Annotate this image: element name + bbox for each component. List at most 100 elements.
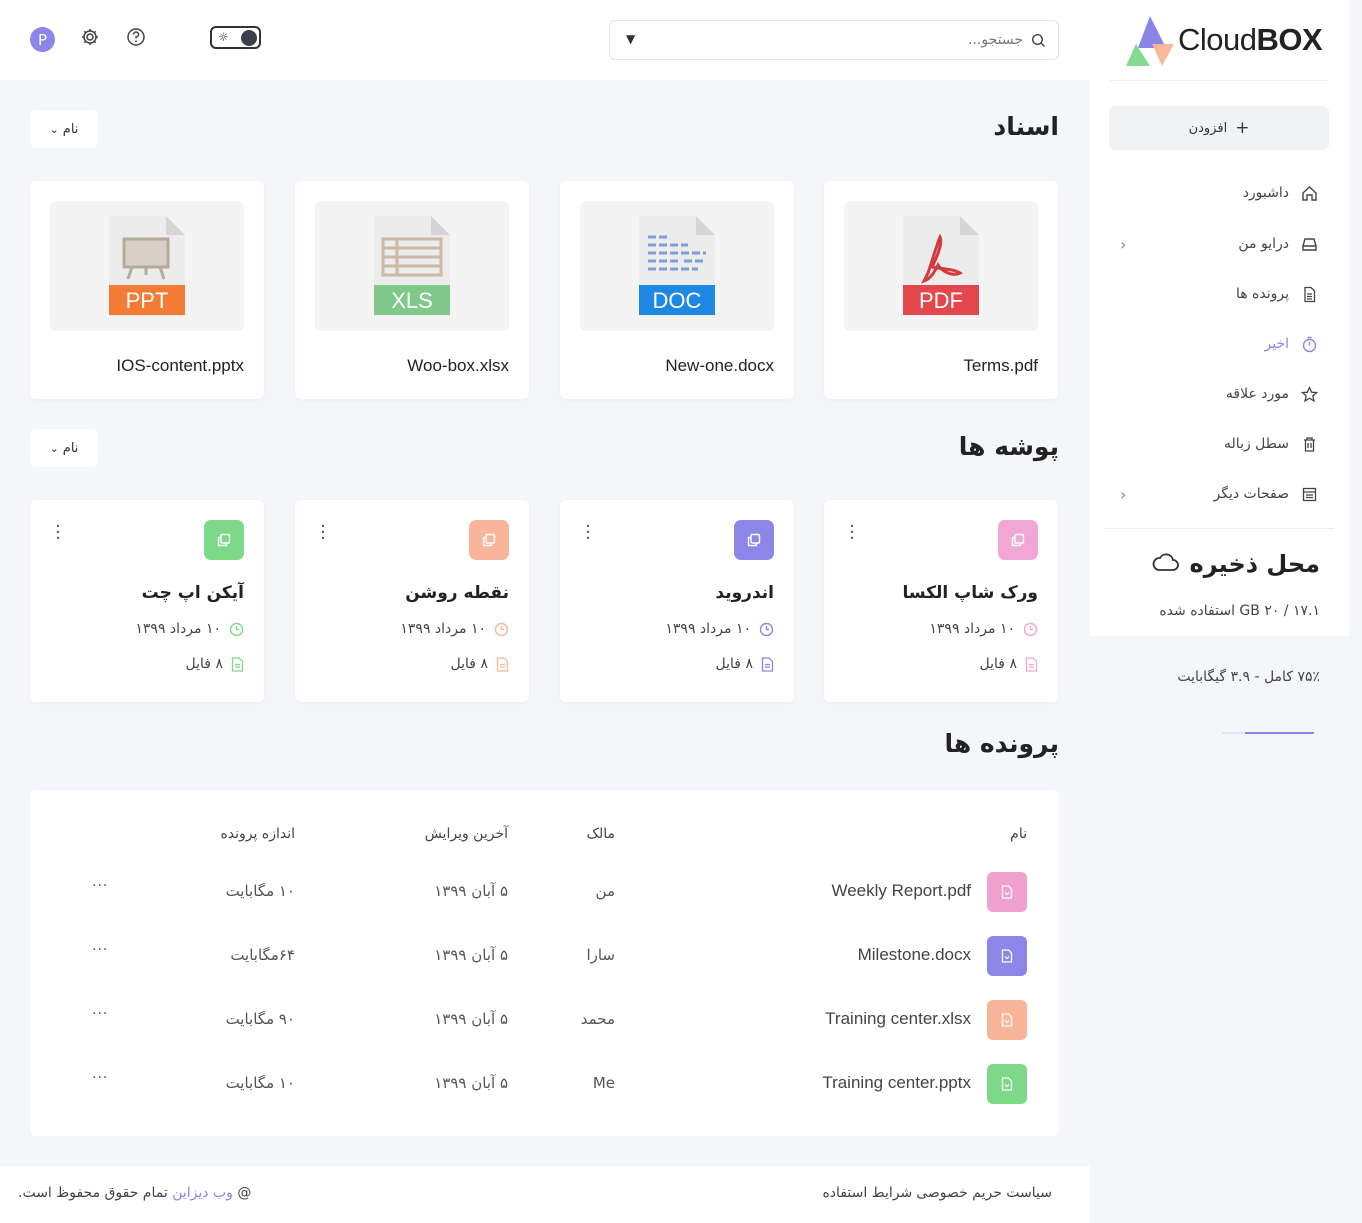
storage-title-text: محل ذخیره — [1189, 550, 1320, 578]
divider — [1104, 528, 1334, 529]
file-name[interactable]: Training center.xlsx — [825, 1009, 971, 1029]
privacy-policy-link[interactable]: سیاست حریم خصوصی — [916, 1185, 1052, 1201]
folder-name: اندروید — [715, 583, 774, 603]
chevron-down-icon: ⌄ — [49, 441, 59, 455]
file-icon — [1299, 284, 1319, 304]
copyright-brand-link[interactable]: وب دیزاین — [172, 1185, 233, 1201]
avatar[interactable]: P — [30, 27, 55, 52]
document-thumbnail: PDF — [844, 201, 1038, 331]
file-icon — [1001, 949, 1013, 963]
sidebar-item-label: مورد علاقه — [1225, 386, 1289, 402]
folder-date-text: ۱۰ مرداد ۱۳۹۹ — [929, 621, 1015, 637]
folder-card[interactable]: · · · ورک شاپ الکسا ۱۰ مرداد ۱۳۹۹ ۸ فایل — [824, 500, 1058, 702]
cloud-icon — [1152, 550, 1180, 578]
folder-date: ۱۰ مرداد ۱۳۹۹ — [135, 621, 244, 637]
folder-date: ۱۰ مرداد ۱۳۹۹ — [929, 621, 1038, 637]
pages-icon — [1299, 484, 1319, 504]
file-name[interactable]: Weekly Report.pdf — [831, 881, 971, 901]
theme-toggle[interactable]: ☼ — [210, 26, 261, 49]
home-icon — [1299, 183, 1319, 203]
document-card[interactable]: PDF Terms.pdf — [824, 181, 1058, 399]
documents-sort-dropdown[interactable]: نام ⌄ — [30, 110, 98, 148]
file-size: ۹۰ مگابایت — [225, 1010, 295, 1028]
folder-badge — [469, 520, 509, 560]
table-row[interactable]: Training center.pptx Me ۵ آبان ۱۳۹۹ ۱۰ مگاب… — [30, 1064, 1059, 1104]
copyright-prefix: @ — [237, 1185, 252, 1201]
ppt-file-icon: PPT — [109, 216, 185, 316]
document-card[interactable]: PPT IOS-content.pptx — [30, 181, 264, 399]
sidebar-item-label: صفحات دیگر — [1213, 486, 1290, 502]
logo-icon — [1126, 16, 1174, 66]
search-input[interactable]: جستجو... — [968, 32, 1023, 48]
sidebar-item-other-pages[interactable]: صفحات دیگر ‹ — [1090, 479, 1349, 509]
drive-icon — [1299, 234, 1319, 254]
document-card[interactable]: DOC New-one.docx — [560, 181, 794, 399]
help-icon[interactable] — [125, 26, 147, 48]
document-name: New-one.docx — [665, 356, 774, 375]
column-header-size[interactable]: اندازه پرونده — [220, 826, 295, 842]
file-modified: ۵ آبان ۱۳۹۹ — [434, 946, 508, 964]
sidebar-item-favorites[interactable]: مورد علاقه — [1090, 379, 1349, 409]
sidebar-item-files[interactable]: پرونده ها — [1090, 279, 1349, 309]
more-vertical-icon[interactable]: · · · — [848, 518, 856, 548]
sidebar-item-trash[interactable]: سطل زباله — [1090, 429, 1349, 459]
folder-file-count-text: ۸ فایل — [715, 656, 753, 672]
folder-card[interactable]: · · · آیکن اپ چت ۱۰ مرداد ۱۳۹۹ ۸ فایل — [30, 500, 264, 702]
more-horizontal-icon[interactable]: ... — [92, 1002, 108, 1018]
table-row[interactable]: Milestone.docx سارا ۵ آبان ۱۳۹۹ ۶۴مگابایت..… — [30, 936, 1059, 976]
file-modified: ۵ آبان ۱۳۹۹ — [434, 1074, 508, 1092]
sidebar-item-recent[interactable]: اخیر — [1090, 329, 1349, 359]
column-header-owner[interactable]: مالک — [586, 826, 615, 842]
more-vertical-icon[interactable]: · · · — [54, 518, 62, 548]
search-bar[interactable]: جستجو... ▼ — [609, 20, 1059, 60]
storage-title: محل ذخیره — [1110, 550, 1320, 578]
document-thumbnail: DOC — [580, 201, 774, 331]
more-horizontal-icon[interactable]: ... — [92, 874, 108, 890]
pdf-file-icon: PDF — [903, 216, 979, 316]
chevron-left-icon[interactable]: ‹ — [1120, 485, 1126, 504]
top-header: جستجو... ▼ P ☼ — [0, 0, 1090, 80]
file-name[interactable]: Training center.pptx — [822, 1073, 971, 1093]
cloudbox-logo[interactable]: CloudBOX — [1126, 14, 1336, 66]
sidebar-item-my-drive[interactable]: درایو من ‹ — [1090, 229, 1349, 259]
files-table: نام مالک آخرین ویرایش اندازه پرونده Week… — [30, 790, 1059, 1136]
folder-file-count: ۸ فایل — [186, 656, 244, 672]
more-horizontal-icon[interactable]: ... — [92, 1066, 108, 1082]
folder-card[interactable]: · · · نقطه روشن ۱۰ مرداد ۱۳۹۹ ۸ فایل — [295, 500, 529, 702]
gear-icon[interactable] — [79, 26, 101, 48]
copyright-suffix: تمام حقوق محفوظ است. — [18, 1185, 168, 1201]
sidebar-item-label: داشبورد — [1242, 185, 1289, 201]
folders-sort-dropdown[interactable]: نام ⌄ — [30, 429, 98, 467]
file-owner: سارا — [586, 946, 615, 964]
clock-icon — [494, 622, 509, 636]
folder-date-text: ۱۰ مرداد ۱۳۹۹ — [400, 621, 486, 637]
table-row[interactable]: Weekly Report.pdf من ۵ آبان ۱۳۹۹ ۱۰ مگابایت… — [30, 872, 1059, 912]
terms-of-use-link[interactable]: شرایط استفاده — [822, 1185, 912, 1201]
column-header-name[interactable]: نام — [1010, 826, 1027, 842]
sort-label: نام — [62, 121, 79, 137]
file-name[interactable]: Milestone.docx — [858, 945, 971, 965]
folder-file-count-text: ۸ فایل — [979, 656, 1017, 672]
plus-icon: + — [1235, 118, 1250, 138]
timer-icon — [1299, 334, 1319, 354]
folder-name: نقطه روشن — [405, 583, 509, 603]
more-vertical-icon[interactable]: · · · — [319, 518, 327, 548]
caret-down-icon[interactable]: ▼ — [626, 32, 635, 46]
table-row[interactable]: Training center.xlsx محمد ۵ آبان ۱۳۹۹ ۹۰ مگ… — [30, 1000, 1059, 1040]
more-horizontal-icon[interactable]: ... — [92, 938, 108, 954]
doc-file-icon: DOC — [639, 216, 715, 316]
chevron-down-icon: ⌄ — [49, 122, 59, 136]
sidebar-item-dashboard[interactable]: داشبورد — [1090, 178, 1349, 208]
avatar-letter: P — [37, 30, 48, 49]
folder-card[interactable]: · · · اندروید ۱۰ مرداد ۱۳۹۹ ۸ فایل — [560, 500, 794, 702]
copy-icon — [1011, 533, 1025, 547]
column-header-modified[interactable]: آخرین ویرایش — [425, 826, 508, 842]
storage-progress-bar — [1222, 732, 1314, 734]
document-card[interactable]: XLS Woo-box.xlsx — [295, 181, 529, 399]
more-vertical-icon[interactable]: · · · — [584, 518, 592, 548]
chevron-left-icon[interactable]: ‹ — [1120, 235, 1126, 254]
file-type-label: XLS — [391, 288, 433, 313]
file-modified: ۵ آبان ۱۳۹۹ — [434, 882, 508, 900]
add-button[interactable]: + افزودن — [1109, 106, 1329, 150]
folder-name: ورک شاپ الکسا — [902, 583, 1038, 603]
